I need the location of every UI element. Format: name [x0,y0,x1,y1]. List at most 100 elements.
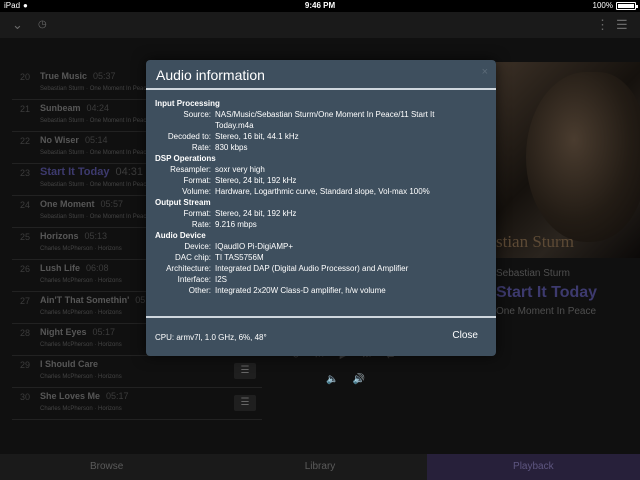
queue-row[interactable]: 29 I Should Care Charles McPherson · Horiz… [12,356,262,388]
info-row: Rate: 830 kbps [146,142,496,153]
tab-browse[interactable]: Browse [0,454,213,480]
queue-track-title: Ain'T That Somethin'05:26 [40,295,158,305]
battery-icon [616,1,638,10]
modal-title: Audio information [156,67,265,83]
queue-track-artist: Sebastian Sturm · One Moment In Peace [40,214,150,220]
info-key: Rate: [191,143,211,152]
status-bar: iPad ● 9:46 PM 100% [0,0,640,12]
info-value: Integrated 2x20W Class-D amplifier, h/w … [215,286,386,295]
audio-info-modal: Audio information × Input Processing Sour… [146,60,496,356]
info-key: Decoded to: [167,132,211,141]
info-key: Format: [183,176,211,185]
queue-track-number: 29 [20,360,31,370]
close-button[interactable]: Close [452,330,478,341]
ellipsis-icon[interactable]: ⋮ [596,17,609,33]
close-icon[interactable]: × [482,66,488,78]
queue-row[interactable]: 30 She Loves Me 05:17 Charles McPherson · H… [12,388,262,420]
info-row: Decoded to: Stereo, 16 bit, 44.1 kHz [146,131,496,142]
queue-track-title-text: Night Eyes [40,327,87,337]
queue-track-number: 23 [20,168,31,178]
queue-track-number: 27 [20,296,31,306]
section-heading: Input Processing [155,99,220,108]
volume-down-icon[interactable]: 🔈 [326,374,338,385]
info-value: 830 kbps [215,143,248,152]
info-value: Hardware, Logarthmic curve, Standard slo… [215,187,430,196]
info-key: Interface: [177,275,211,284]
modal-footer: CPU: armv7l, 1.0 GHz, 6%, 48° Close [146,316,496,356]
info-value: Stereo, 24 bit, 192 kHz [215,209,297,218]
queue-track-title: Sunbeam 04:24 [40,103,109,113]
queue-track-title: True Music 05:37 [40,71,116,81]
queue-track-artist: Sebastian Sturm · One Moment In Peace [40,86,150,92]
queue-track-title: Lush Life 06:08 [40,263,109,273]
queue-track-artist: Charles McPherson · Horizons [40,374,122,380]
info-value: IQaudIO Pi-DigiAMP+ [215,242,294,251]
volume-up-icon[interactable]: 🔊 [352,374,364,385]
info-key: Volume: [182,187,211,196]
info-row: Architecture: Integrated DAP (Digital Aud… [146,263,496,274]
queue-track-title-text: Start It Today [40,166,110,178]
chevron-down-icon[interactable]: ⌄ [12,17,23,33]
queue-track-artist: Charles McPherson · Horizons [40,310,122,316]
queue-track-number: 21 [20,104,31,114]
section-heading: DSP Operations [155,154,216,163]
queue-track-number: 30 [20,392,31,402]
queue-track-number: 20 [20,72,31,82]
info-value: I2S [215,275,228,284]
info-value: 9.216 mbps [215,220,257,229]
queue-track-duration: 04:31 [115,166,144,178]
queue-track-duration: 05:37 [93,71,116,81]
now-playing-title: Start It Today [496,284,598,301]
info-key: Architecture: [166,264,211,273]
info-key: Source: [183,110,211,119]
info-key: Resampler: [170,165,211,174]
info-key: Format: [183,209,211,218]
clock-icon[interactable]: ◷ [38,17,47,33]
queue-row-menu-icon[interactable]: ☰ [234,363,256,379]
queue-track-title: Night Eyes 05:17 [40,327,115,337]
info-row: Interface: I2S [146,274,496,285]
cpu-info: CPU: armv7l, 1.0 GHz, 6%, 48° [155,333,267,342]
info-key: Device: [184,242,211,251]
queue-track-duration: 04:24 [86,103,110,113]
queue-track-title: Start It Today 04:31 [40,166,143,178]
info-value: Stereo, 16 bit, 44.1 kHz [215,132,299,141]
section-heading: Audio Device [155,231,206,240]
queue-track-title-text: True Music [40,71,88,81]
info-value: Stereo, 24 bit, 192 kHz [215,176,297,185]
status-time: 9:46 PM [304,1,336,10]
info-value: soxr very high [215,165,265,174]
queue-track-title-text: Sunbeam [40,103,81,113]
tab-playback[interactable]: Playback [426,454,640,480]
now-playing-album: One Moment In Peace [496,306,597,317]
queue-track-number: 26 [20,264,31,274]
queue-track-duration: 05:57 [100,199,124,209]
info-row: Resampler: soxr very high [146,164,496,175]
queue-track-artist: Charles McPherson · Horizons [40,278,122,284]
queue-row-menu-icon[interactable]: ☰ [234,395,256,411]
queue-track-title-text: Lush Life [40,263,80,273]
queue-track-number: 25 [20,232,31,242]
info-row: DAC chip: TI TAS5756M [146,252,496,263]
queue-track-title-text: She Loves Me [40,391,101,401]
album-art-text: stian Sturm [496,232,574,251]
info-row: Volume: Hardware, Logarthmic curve, Stand… [146,186,496,197]
volume-controls: 🔈 🔊 [326,374,365,385]
queue-track-title: Horizons 05:13 [40,231,107,241]
section-heading: Output Stream [155,198,211,207]
queue-track-title-text: Horizons [40,231,79,241]
queue-track-artist: Charles McPherson · Horizons [40,342,122,348]
album-art-photo [526,72,640,242]
queue-track-duration: 05:13 [84,231,108,241]
queue-track-artist: Sebastian Sturm · One Moment In Peace [40,150,150,156]
hamburger-menu-icon[interactable]: ☰ [616,17,628,33]
queue-track-number: 22 [20,136,31,146]
queue-track-duration: 05:17 [106,391,129,401]
queue-track-duration: 06:08 [86,263,109,273]
now-playing-artist: Sebastian Sturm [496,268,570,279]
queue-track-artist: Sebastian Sturm · One Moment In Peace [40,182,150,188]
info-row: Format: Stereo, 24 bit, 192 kHz [146,175,496,186]
queue-track-artist: Charles McPherson · Horizons [40,406,122,412]
queue-track-number: 24 [20,200,31,210]
tab-library[interactable]: Library [213,454,426,480]
